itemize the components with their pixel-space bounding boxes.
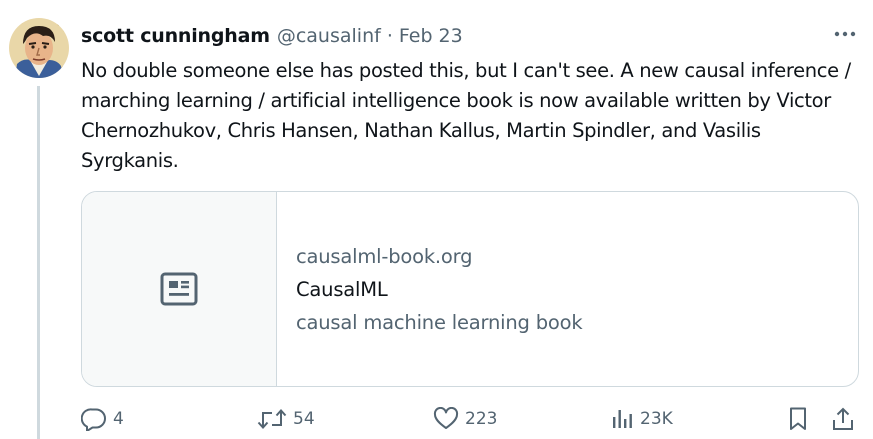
reply-count: 4: [113, 409, 124, 429]
avatar[interactable]: [9, 18, 69, 78]
repost-count: 54: [293, 409, 315, 429]
separator: ·: [386, 25, 393, 47]
action-bar: 4 54 223 23K: [81, 404, 861, 434]
more-dots-icon: [834, 31, 856, 37]
user-handle[interactable]: @causalinf: [277, 25, 381, 47]
like-button[interactable]: 223: [433, 404, 497, 434]
share-button[interactable]: [831, 404, 855, 434]
bookmark-button[interactable]: [787, 404, 809, 434]
view-count: 23K: [640, 409, 673, 429]
repost-button[interactable]: 54: [257, 404, 315, 434]
analytics-icon: [613, 410, 632, 428]
thread-line: [37, 86, 40, 439]
comic-portrait-avatar-icon: [9, 18, 69, 78]
link-card[interactable]: causalml-book.org CausalML causal machin…: [81, 191, 859, 387]
display-name[interactable]: scott cunningham: [81, 25, 270, 47]
reply-button[interactable]: 4: [81, 404, 124, 434]
tweet-text: No double someone else has posted this, …: [81, 59, 851, 172]
share-icon: [833, 407, 853, 430]
tweet-header: scott cunningham @causalinf · Feb 23: [81, 23, 463, 49]
more-options-button[interactable]: [832, 24, 858, 44]
tweet-date[interactable]: Feb 23: [399, 25, 463, 47]
card-media: [82, 192, 277, 386]
card-description: causal machine learning book: [296, 310, 583, 334]
bookmark-icon: [790, 407, 806, 430]
repost-icon: [257, 409, 287, 429]
views-button[interactable]: 23K: [610, 404, 673, 434]
article-icon: [160, 272, 198, 306]
like-count: 223: [465, 409, 498, 429]
card-title: CausalML: [296, 277, 388, 301]
heart-icon: [433, 407, 459, 429]
tweet[interactable]: scott cunningham @causalinf · Feb 23 No …: [0, 0, 873, 439]
reply-icon: [81, 408, 106, 431]
card-body: causalml-book.org CausalML causal machin…: [277, 192, 583, 386]
card-domain: causalml-book.org: [296, 244, 473, 268]
